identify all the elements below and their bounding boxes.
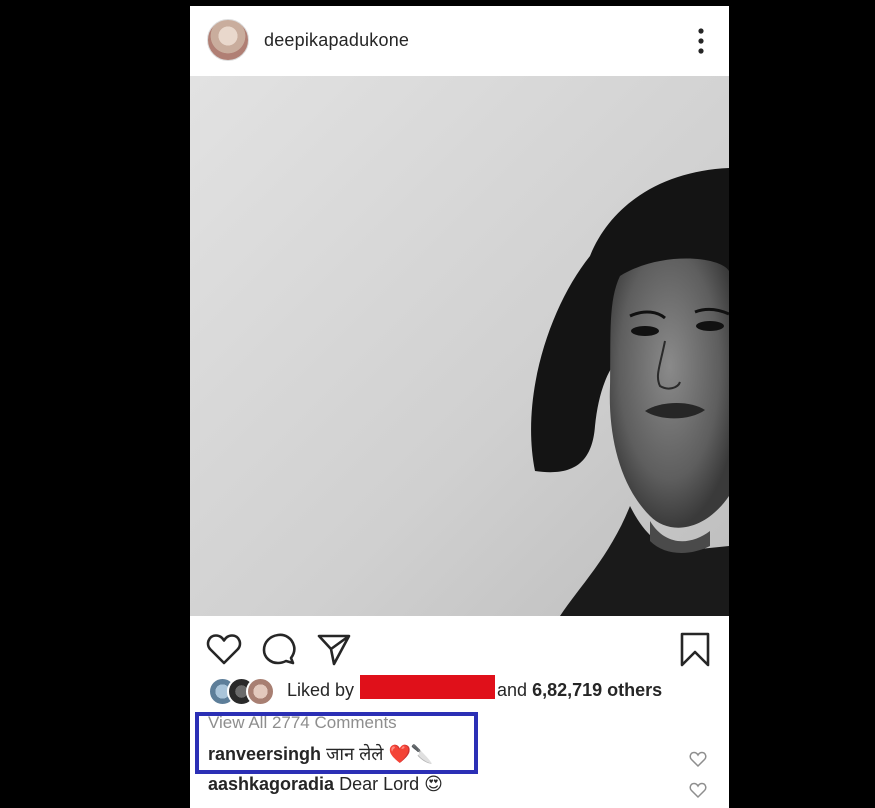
- likes-count-value: 6,82,719 others: [532, 680, 663, 700]
- likes-count[interactable]: and 6,82,719 others: [497, 680, 662, 701]
- comment-username[interactable]: aashkagoradia: [208, 774, 334, 794]
- liker-avatar[interactable]: [246, 677, 275, 706]
- highlight-box: [195, 712, 478, 774]
- post-footer: Liked by and 6,82,719 others View All 27…: [190, 0, 729, 808]
- likes-row: Liked by and 6,82,719 others: [208, 675, 718, 706]
- redacted-username: [360, 675, 495, 699]
- comment-like-heart-icon[interactable]: [689, 750, 707, 768]
- comment-like-heart-icon[interactable]: [689, 781, 707, 799]
- likes-and-label: and: [497, 680, 528, 700]
- comment-text: Dear Lord 😍: [339, 774, 443, 794]
- comment-item: aashkagoradia Dear Lord 😍: [208, 774, 443, 795]
- liked-by-label: Liked by: [287, 680, 355, 700]
